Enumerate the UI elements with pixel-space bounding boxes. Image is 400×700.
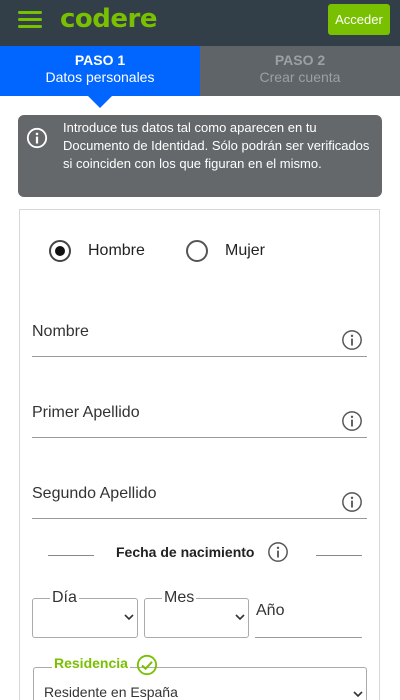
chevron-down-icon	[235, 614, 245, 621]
chevron-down-icon	[124, 614, 134, 621]
info-icon[interactable]	[267, 541, 289, 563]
step-2: PASO 2 Crear cuenta	[200, 46, 400, 96]
first-name-field[interactable]: Nombre	[32, 311, 367, 357]
residence-value: Residente en España	[44, 684, 178, 700]
info-icon[interactable]	[341, 410, 363, 432]
gender-option-male[interactable]: Hombre	[49, 238, 145, 264]
divider	[316, 555, 362, 556]
codere-logo[interactable]: codere	[60, 4, 157, 34]
check-circle-icon	[136, 654, 158, 676]
step-2-number: PASO 2	[274, 52, 326, 68]
radio-unselected-icon[interactable]	[186, 240, 208, 262]
birthdate-title: Fecha de nacimiento	[116, 544, 255, 560]
info-banner: Introduce tus datos tal como aparecen en…	[18, 115, 382, 197]
second-surname-label: Segundo Apellido	[32, 485, 157, 502]
hamburger-icon[interactable]	[18, 10, 42, 30]
residence-label: Residencia	[52, 655, 130, 671]
first-name-label: Nombre	[32, 323, 89, 340]
chevron-down-icon	[353, 691, 363, 698]
step-1: PASO 1 Datos personales	[0, 46, 200, 96]
first-surname-field[interactable]: Primer Apellido	[32, 392, 367, 438]
info-icon	[26, 127, 48, 149]
first-surname-label: Primer Apellido	[32, 404, 140, 421]
divider	[48, 555, 94, 556]
gender-option-female[interactable]: Mujer	[186, 238, 265, 264]
info-icon[interactable]	[341, 491, 363, 513]
active-step-pointer	[88, 96, 112, 108]
year-label: Año	[256, 602, 285, 619]
steps-bar: PASO 1 Datos personales PASO 2 Crear cue…	[0, 46, 400, 96]
day-label: Día	[50, 589, 79, 607]
login-button[interactable]: Acceder	[328, 4, 390, 35]
step-2-label: Crear cuenta	[259, 69, 341, 85]
top-bar: codere Acceder	[0, 0, 400, 46]
gender-label-female: Mujer	[225, 242, 266, 259]
step-1-label: Datos personales	[45, 69, 155, 85]
birthdate-header: Fecha de nacimiento	[48, 540, 362, 566]
month-label: Mes	[162, 589, 197, 607]
year-input[interactable]: Año	[255, 598, 362, 638]
info-banner-text: Introduce tus datos tal como aparecen en…	[63, 120, 370, 171]
second-surname-field[interactable]: Segundo Apellido	[32, 473, 367, 519]
gender-label-male: Hombre	[88, 242, 145, 259]
info-icon[interactable]	[341, 329, 363, 351]
radio-selected-icon[interactable]	[49, 240, 71, 262]
step-1-number: PASO 1	[74, 52, 126, 68]
